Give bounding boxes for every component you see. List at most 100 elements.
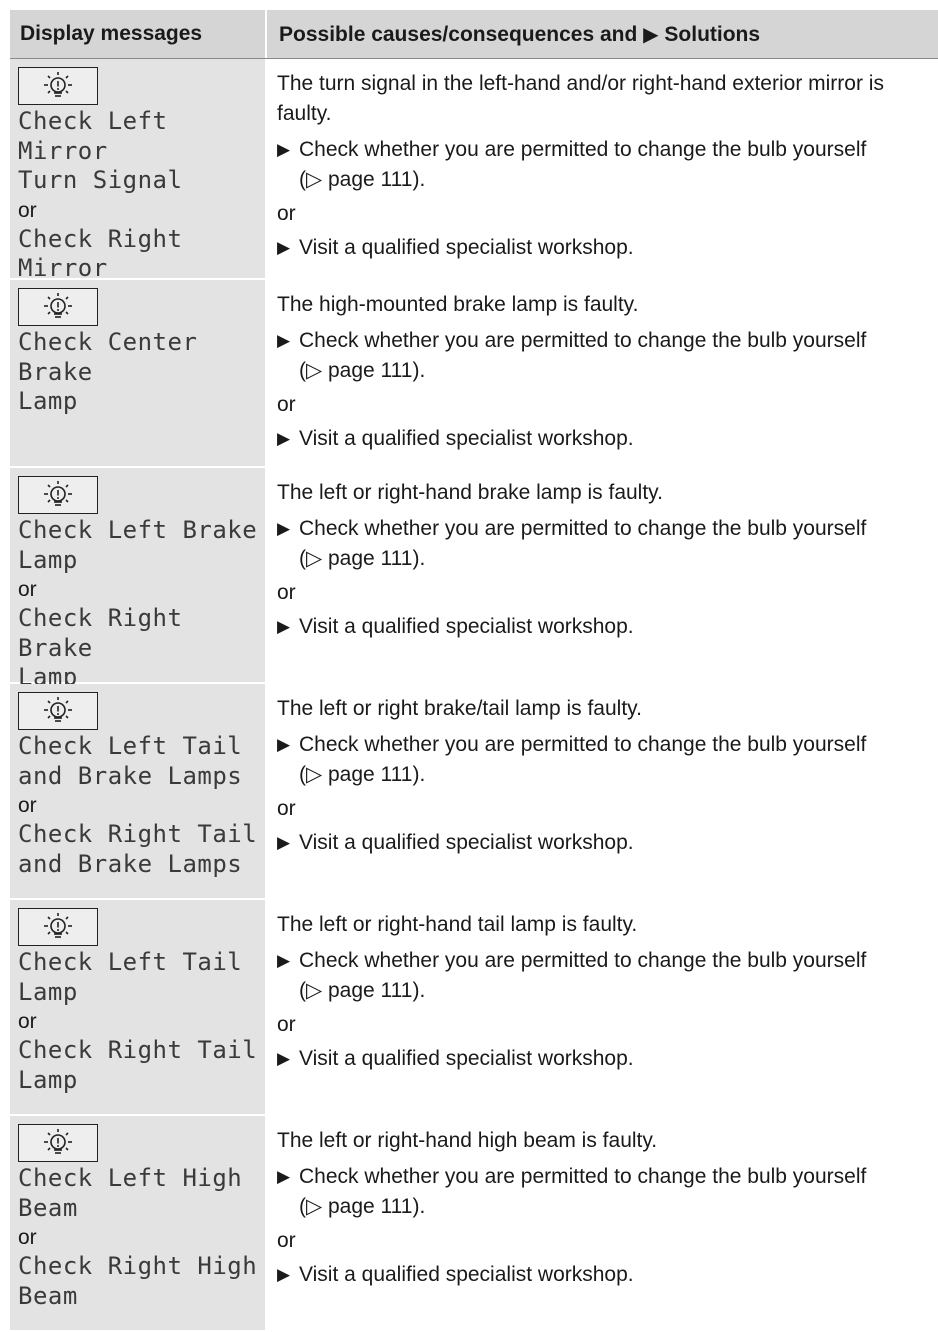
page-reference-link[interactable]: (▷ page 111).: [299, 544, 866, 574]
triangle-bullet-icon: ▶: [277, 1167, 291, 1186]
or-text: or: [277, 393, 296, 416]
solution-step: ▶ Check whether you are permitted to chan…: [277, 135, 938, 195]
triangle-bullet-icon: ▶: [277, 140, 291, 159]
or-text: or: [277, 581, 296, 604]
message-or: or: [18, 794, 37, 817]
header-solutions-text: Solutions: [664, 23, 761, 46]
triangle-bullet-icon: ▶: [277, 617, 291, 636]
solution-cell: The left or right-hand tail lamp is faul…: [265, 900, 938, 1114]
or-text: or: [277, 1229, 296, 1252]
lamp-warning-icon: [18, 288, 98, 326]
page-reference-link[interactable]: (▷ page 111).: [299, 1192, 866, 1222]
message-right: Check Right Brake Lamp: [18, 604, 183, 691]
cause-text: The left or right brake/tail lamp is fau…: [277, 697, 642, 720]
triangle-bullet-icon: ▶: [277, 429, 291, 448]
page-reference-link[interactable]: (▷ page 111).: [299, 356, 866, 386]
table-row: Check Left Brake Lamp or Check Right Bra…: [10, 468, 938, 691]
step-text: Check whether you are permitted to chang…: [299, 138, 867, 161]
message-left: Check Left Mirror Turn Signal: [18, 107, 183, 194]
solution-step: ▶ Check whether you are permitted to chan…: [277, 514, 938, 574]
table-row: Check Left Tail and Brake Lamps or Check…: [10, 684, 938, 900]
solution-cell: The left or right-hand high beam is faul…: [265, 1116, 938, 1330]
solution-step: ▶ Visit a qualified specialist workshop.: [277, 828, 938, 858]
step-text: Check whether you are permitted to chang…: [299, 329, 867, 352]
message-or: or: [18, 1226, 37, 1249]
solution-step: ▶ Check whether you are permitted to chan…: [277, 946, 938, 1006]
solution-step: ▶ Visit a qualified specialist workshop.: [277, 424, 938, 454]
table-row: Check Left Tail Lamp or Check Right Tail…: [10, 900, 938, 1116]
display-message-cell: Check Left High Beam or Check Right High…: [10, 1116, 265, 1330]
message-or: or: [18, 1010, 37, 1033]
message-left: Check Left Tail and Brake Lamps: [18, 732, 243, 790]
table-header: Display messages Possible causes/consequ…: [10, 10, 938, 59]
step-text: Visit a qualified specialist workshop.: [299, 1047, 634, 1070]
solution-step: ▶ Check whether you are permitted to chan…: [277, 730, 938, 790]
display-message-cell: Check Left Mirror Turn Signal or Check R…: [10, 59, 265, 312]
cause-text: The left or right-hand brake lamp is fau…: [277, 481, 663, 504]
lamp-warning-icon: [18, 1124, 98, 1162]
solution-cell: The turn signal in the left-hand and/or …: [265, 59, 938, 278]
message-right: Check Right Tail Lamp: [18, 1036, 258, 1094]
or-text: or: [277, 1013, 296, 1036]
display-message-cell: Check Left Brake Lamp or Check Right Bra…: [10, 468, 265, 691]
message-or: or: [18, 578, 37, 601]
solution-step: ▶ Visit a qualified specialist workshop.: [277, 1044, 938, 1074]
solution-cell: The high-mounted brake lamp is faulty. ▶…: [265, 280, 938, 466]
triangle-bullet-icon: ▶: [277, 238, 291, 257]
or-text: or: [277, 202, 296, 225]
table-row: Check Center Brake Lamp The high-mounted…: [10, 280, 938, 468]
triangle-bullet-icon: ▶: [277, 951, 291, 970]
display-message-cell: Check Left Tail Lamp or Check Right Tail…: [10, 900, 265, 1114]
lamp-warning-icon: [18, 692, 98, 730]
table-row: Check Left High Beam or Check Right High…: [10, 1116, 938, 1332]
lamp-warning-icon: [18, 476, 98, 514]
solution-cell: The left or right-hand brake lamp is fau…: [265, 468, 938, 682]
header-display-messages: Display messages: [10, 10, 265, 58]
step-text: Check whether you are permitted to chang…: [299, 733, 867, 756]
cause-text: The turn signal in the left-hand and/or …: [277, 72, 884, 125]
display-message-cell: Check Center Brake Lamp: [10, 280, 265, 466]
solution-cell: The left or right brake/tail lamp is fau…: [265, 684, 938, 898]
message-left: Check Left High Beam: [18, 1164, 243, 1222]
step-text: Visit a qualified specialist workshop.: [299, 1263, 634, 1286]
step-text: Visit a qualified specialist workshop.: [299, 831, 634, 854]
page-reference-link[interactable]: (▷ page 111).: [299, 165, 866, 195]
cause-text: The high-mounted brake lamp is faulty.: [277, 293, 639, 316]
solution-step: ▶ Visit a qualified specialist workshop.: [277, 233, 938, 263]
header-causes-text: Possible causes/consequences and: [279, 23, 638, 46]
header-arrow-icon: ▶: [643, 24, 659, 46]
message-left: Check Left Brake Lamp: [18, 516, 258, 574]
solution-step: ▶ Check whether you are permitted to chan…: [277, 326, 938, 386]
display-message-cell: Check Left Tail and Brake Lamps or Check…: [10, 684, 265, 898]
step-text: Visit a qualified specialist workshop.: [299, 236, 634, 259]
cause-text: The left or right-hand tail lamp is faul…: [277, 913, 638, 936]
message-center: Check Center Brake Lamp: [18, 328, 198, 415]
message-right: Check Right High Beam: [18, 1252, 258, 1310]
page-reference-link[interactable]: (▷ page 111).: [299, 976, 866, 1006]
message-or: or: [18, 198, 37, 222]
lamp-warning-icon: [18, 908, 98, 946]
triangle-bullet-icon: ▶: [277, 519, 291, 538]
step-text: Check whether you are permitted to chang…: [299, 949, 867, 972]
solution-step: ▶ Visit a qualified specialist workshop.: [277, 1260, 938, 1290]
solution-step: ▶ Visit a qualified specialist workshop.: [277, 612, 938, 642]
header-causes-solutions: Possible causes/consequences and ▶ Solut…: [265, 10, 938, 58]
cause-text: The left or right-hand high beam is faul…: [277, 1129, 658, 1152]
step-text: Visit a qualified specialist workshop.: [299, 615, 634, 638]
solution-step: ▶ Check whether you are permitted to chan…: [277, 1162, 938, 1222]
message-right: Check Right Tail and Brake Lamps: [18, 820, 258, 878]
table-row: Check Left Mirror Turn Signal or Check R…: [10, 59, 938, 312]
step-text: Visit a qualified specialist workshop.: [299, 427, 634, 450]
display-messages-table: Display messages Possible causes/consequ…: [10, 10, 938, 1332]
triangle-bullet-icon: ▶: [277, 331, 291, 350]
step-text: Check whether you are permitted to chang…: [299, 517, 867, 540]
step-text: Check whether you are permitted to chang…: [299, 1165, 867, 1188]
triangle-bullet-icon: ▶: [277, 1265, 291, 1284]
lamp-warning-icon: [18, 67, 98, 105]
message-left: Check Left Tail Lamp: [18, 948, 243, 1006]
page-reference-link[interactable]: (▷ page 111).: [299, 760, 866, 790]
or-text: or: [277, 797, 296, 820]
triangle-bullet-icon: ▶: [277, 735, 291, 754]
triangle-bullet-icon: ▶: [277, 833, 291, 852]
triangle-bullet-icon: ▶: [277, 1049, 291, 1068]
